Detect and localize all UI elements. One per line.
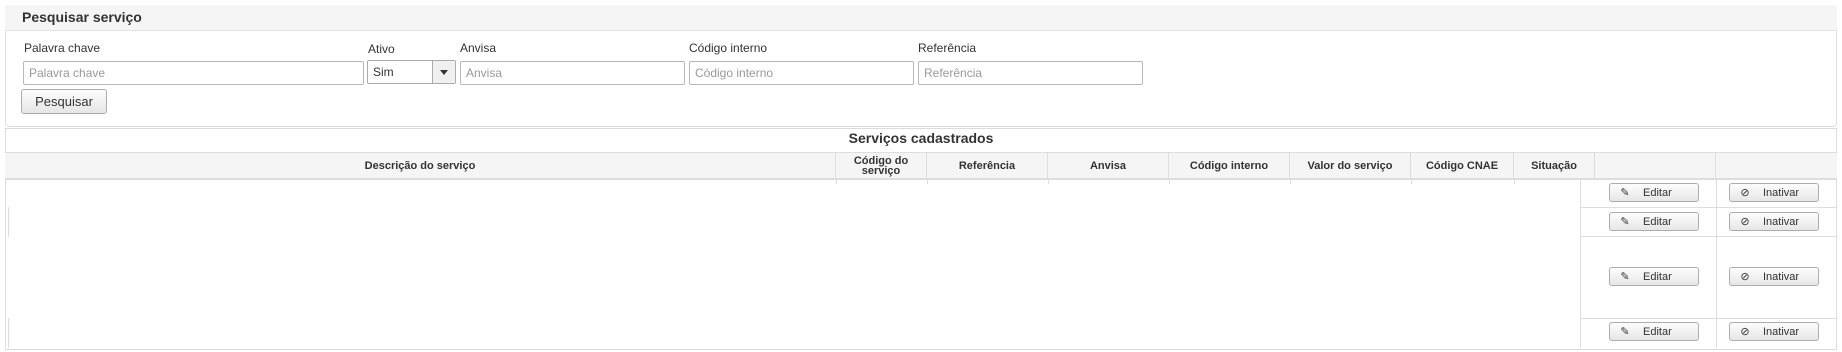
pencil-icon: ✎ (1620, 326, 1630, 338)
ban-icon: ⊘ (1740, 187, 1750, 199)
deactivate-button-label: Inativar (1763, 215, 1800, 228)
divider (1290, 180, 1291, 184)
internal-code-input[interactable] (689, 61, 914, 85)
ban-icon: ⊘ (1740, 216, 1750, 228)
internal-code-label: Código interno (689, 41, 768, 55)
pencil-icon: ✎ (1620, 271, 1630, 283)
deactivate-button-label: Inativar (1763, 325, 1800, 338)
col-deactivate-action (1716, 152, 1837, 180)
edit-button[interactable]: ✎ Editar (1609, 322, 1699, 341)
deactivate-button[interactable]: ⊘ Inativar (1729, 267, 1819, 286)
search-panel-header (5, 5, 1837, 31)
active-select-value: Sim (373, 65, 394, 79)
deactivate-button[interactable]: ⊘ Inativar (1729, 183, 1819, 202)
active-select[interactable]: Sim (367, 60, 456, 84)
edit-button-label: Editar (1643, 270, 1672, 283)
col-status: Situação (1514, 152, 1595, 180)
active-label: Ativo (368, 42, 395, 56)
divider (1048, 180, 1049, 184)
anvisa-label: Anvisa (460, 41, 497, 55)
edit-button[interactable]: ✎ Editar (1609, 267, 1699, 286)
divider (1716, 180, 1717, 348)
pencil-icon: ✎ (1620, 216, 1630, 228)
divider (927, 180, 928, 184)
divider (8, 318, 9, 348)
divider (1169, 180, 1170, 184)
deactivate-button[interactable]: ⊘ Inativar (1729, 212, 1819, 231)
edit-button-label: Editar (1643, 325, 1672, 338)
deactivate-button-label: Inativar (1763, 186, 1800, 199)
deactivate-button[interactable]: ⊘ Inativar (1729, 322, 1819, 341)
services-table-title: Serviços cadastrados (848, 130, 994, 146)
row-divider (1580, 236, 1837, 237)
col-cnae-code: Código CNAE (1411, 152, 1514, 180)
col-edit-action (1595, 152, 1716, 180)
search-button[interactable]: Pesquisar (21, 89, 107, 114)
deactivate-button-label: Inativar (1763, 270, 1800, 283)
reference-label: Referência (918, 41, 977, 55)
col-reference: Referência (927, 152, 1048, 180)
col-description: Descrição do serviço (5, 152, 836, 180)
divider (1411, 180, 1412, 184)
keyword-label: Palavra chave (24, 41, 101, 55)
keyword-input[interactable] (23, 61, 364, 85)
ban-icon: ⊘ (1740, 271, 1750, 283)
edit-button[interactable]: ✎ Editar (1609, 183, 1699, 202)
anvisa-input[interactable] (460, 61, 685, 85)
col-anvisa: Anvisa (1048, 152, 1169, 180)
row-divider (1580, 207, 1837, 208)
edit-button-label: Editar (1643, 186, 1672, 199)
pencil-icon: ✎ (1620, 187, 1630, 199)
divider (8, 207, 9, 237)
chevron-down-icon (432, 61, 455, 83)
col-service-value: Valor do serviço (1290, 152, 1411, 180)
search-panel-title: Pesquisar serviço (22, 9, 142, 25)
divider (836, 180, 837, 184)
edit-button[interactable]: ✎ Editar (1609, 212, 1699, 231)
divider (1580, 180, 1581, 348)
row-divider (1580, 318, 1837, 319)
col-internal-code: Código interno (1169, 152, 1290, 180)
col-service-code: Código do serviço (836, 152, 927, 180)
reference-input[interactable] (918, 61, 1143, 85)
edit-button-label: Editar (1643, 215, 1672, 228)
ban-icon: ⊘ (1740, 326, 1750, 338)
divider (1514, 180, 1515, 184)
